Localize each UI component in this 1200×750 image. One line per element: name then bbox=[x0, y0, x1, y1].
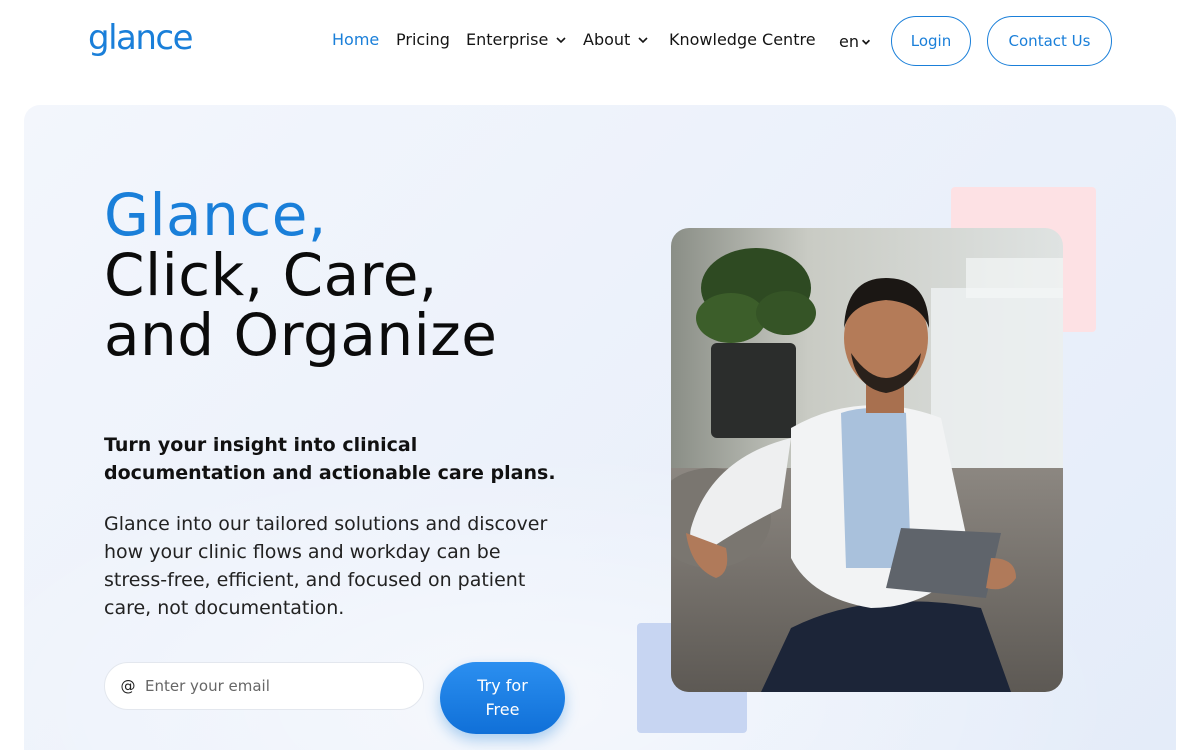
chevron-down-icon bbox=[861, 39, 871, 45]
hero-tagline: Turn your insight into clinical document… bbox=[104, 434, 556, 484]
hero-heading-line2: Click, Care, bbox=[104, 241, 438, 309]
nav-enterprise-label: Enterprise bbox=[466, 30, 549, 49]
hero-heading-line3: and Organize bbox=[104, 301, 498, 369]
hero-heading-line1: Glance, bbox=[104, 181, 327, 249]
language-selector[interactable]: en bbox=[839, 32, 872, 51]
email-field-container: @ bbox=[104, 662, 424, 710]
contact-us-button[interactable]: Contact Us bbox=[987, 16, 1112, 66]
nav-home-label: Home bbox=[332, 30, 380, 49]
nav-about[interactable]: About bbox=[583, 30, 650, 49]
login-button[interactable]: Login bbox=[891, 16, 971, 66]
try-for-free-label: Try for Free bbox=[477, 676, 528, 719]
email-input[interactable] bbox=[145, 677, 405, 695]
nav-pricing[interactable]: Pricing bbox=[396, 30, 450, 49]
nav-knowledge-centre[interactable]: Knowledge Centre bbox=[669, 30, 816, 49]
try-for-free-button[interactable]: Try for Free bbox=[440, 662, 565, 734]
glance-logo[interactable]: glance bbox=[88, 18, 194, 58]
doctor-photo bbox=[671, 228, 1063, 692]
nav-home[interactable]: Home bbox=[332, 30, 379, 49]
nav-knowledge-centre-label: Knowledge Centre bbox=[669, 30, 816, 49]
login-label: Login bbox=[910, 32, 952, 50]
at-sign-icon: @ bbox=[120, 677, 136, 695]
site-header: glance Home Pricing Enterprise About Kno… bbox=[0, 0, 1200, 82]
hero-section: Glance, Click, Care, and Organize Turn y… bbox=[24, 105, 1176, 750]
contact-us-label: Contact Us bbox=[1008, 32, 1091, 50]
chevron-down-icon bbox=[638, 36, 648, 43]
language-label: en bbox=[839, 32, 859, 51]
nav-pricing-label: Pricing bbox=[396, 30, 450, 49]
nav-enterprise[interactable]: Enterprise bbox=[466, 30, 568, 49]
hero-description: Glance into our tailored solutions and d… bbox=[104, 513, 548, 619]
chevron-down-icon bbox=[556, 36, 566, 43]
nav-about-label: About bbox=[583, 30, 631, 49]
